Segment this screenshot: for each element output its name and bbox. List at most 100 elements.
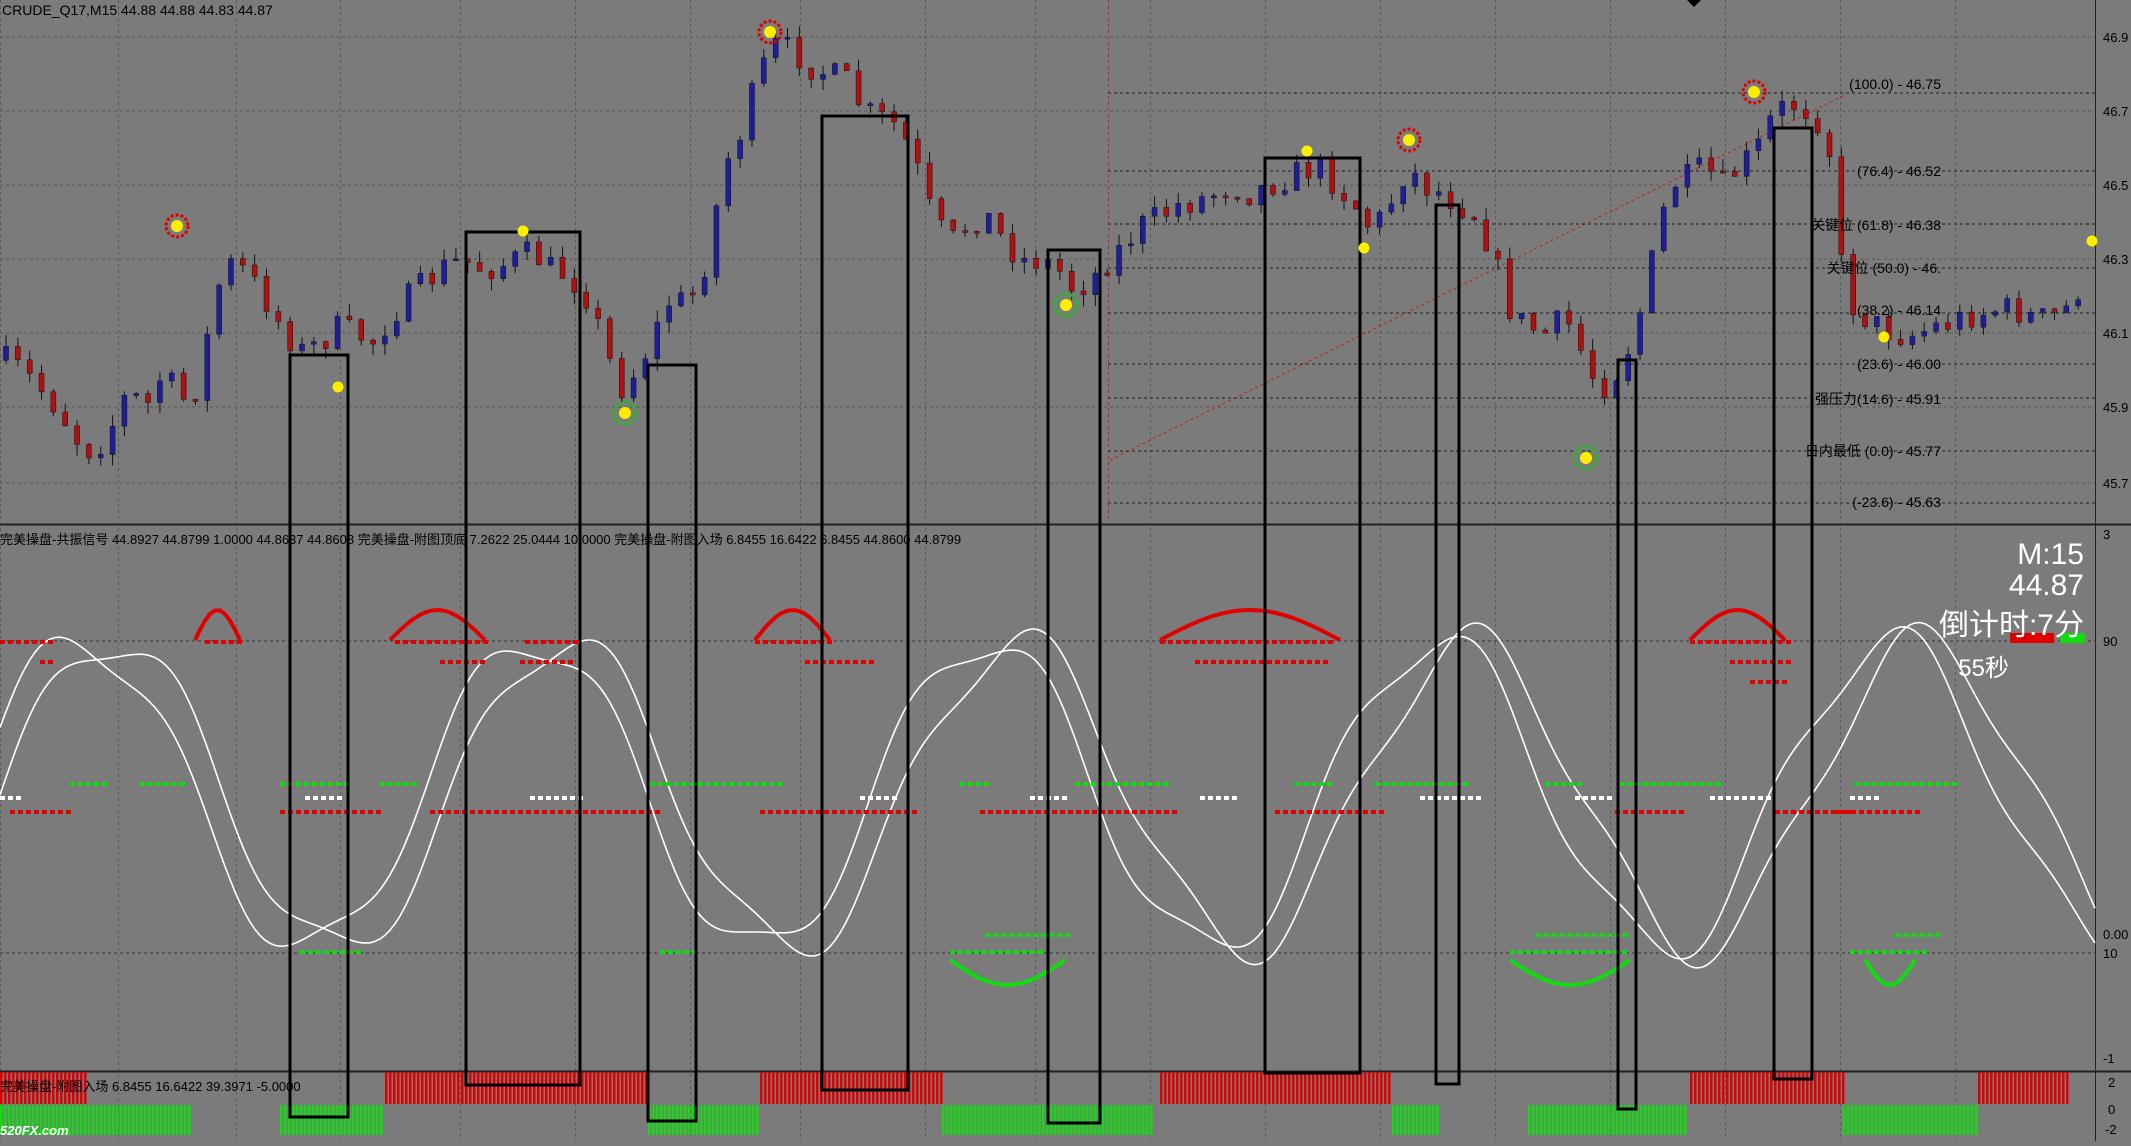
histogram-bar xyxy=(1010,1105,1013,1135)
signal-dot xyxy=(550,810,555,814)
signal-dot xyxy=(570,796,575,800)
histogram-bar xyxy=(994,1105,997,1135)
signal-dot xyxy=(388,782,393,786)
signal-dot xyxy=(1038,950,1043,954)
candle-body xyxy=(843,63,850,72)
histogram-bar xyxy=(832,1072,835,1104)
oscillator-axis-tick: -1 xyxy=(2103,1051,2115,1066)
signal-dot xyxy=(1895,782,1900,786)
signal-dot xyxy=(1463,782,1468,786)
chart-canvas[interactable] xyxy=(0,0,2131,1141)
histogram-bar xyxy=(1054,1105,1057,1135)
candle-body xyxy=(1767,115,1774,140)
signal-dot xyxy=(18,810,23,814)
histogram-bar xyxy=(537,1072,540,1104)
histogram-bar xyxy=(986,1105,989,1135)
histogram-bar xyxy=(160,1105,163,1135)
candle-body xyxy=(1957,311,1963,330)
signal-dot xyxy=(1823,810,1828,814)
histogram-bar xyxy=(1822,1072,1825,1104)
signal-dot xyxy=(1156,810,1161,814)
histogram-bar xyxy=(1871,1105,1874,1135)
candle-body xyxy=(1814,118,1821,134)
histogram-bar xyxy=(368,1105,371,1135)
signal-dot xyxy=(1295,782,1300,786)
histogram-bar xyxy=(1376,1072,1379,1104)
histogram-bar xyxy=(1400,1105,1403,1135)
histogram-bar xyxy=(617,1072,620,1104)
histogram-bar xyxy=(1532,1105,1535,1135)
histogram-bar xyxy=(1806,1072,1809,1104)
histogram-bar xyxy=(1168,1072,1171,1104)
signal-dot xyxy=(1858,950,1863,954)
signal-dot xyxy=(1428,796,1433,800)
candle-body xyxy=(1412,172,1418,187)
histogram-bar xyxy=(1600,1105,1603,1135)
trading-chart[interactable]: CRUDE_Q17,M15 44.88 44.88 44.83 44.87 完美… xyxy=(0,0,2131,1141)
histogram-bar xyxy=(389,1072,392,1104)
histogram-bar xyxy=(1978,1072,1981,1104)
histogram-bar xyxy=(1943,1105,1946,1135)
signal-dot xyxy=(1022,950,1027,954)
histogram-bar xyxy=(397,1072,400,1104)
histogram-bar xyxy=(148,1105,151,1135)
signal-dot xyxy=(337,796,342,800)
signal-dot xyxy=(1216,640,1221,644)
histogram-bar xyxy=(573,1072,576,1104)
signal-dot xyxy=(682,782,687,786)
signal-dot xyxy=(1850,796,1855,800)
fib-label-236: (23.6) - 46.00 xyxy=(1856,356,1941,372)
histogram-bar xyxy=(780,1072,783,1104)
histogram-bar xyxy=(1830,1072,1833,1104)
signal-dot xyxy=(1423,782,1428,786)
histogram-bar xyxy=(900,1072,903,1104)
signal-dot xyxy=(565,640,570,644)
signal-dot xyxy=(1320,640,1325,644)
signal-dot xyxy=(356,950,361,954)
signal-dot xyxy=(280,782,285,786)
histogram-bar xyxy=(1424,1105,1427,1135)
candle-body xyxy=(1116,244,1122,276)
signal-dot xyxy=(1526,950,1531,954)
histogram-bar xyxy=(1927,1105,1930,1135)
histogram-bar xyxy=(2046,1072,2049,1104)
candle-body xyxy=(1234,197,1241,200)
candle-body xyxy=(547,257,554,266)
bottom-signal-star-core xyxy=(1060,299,1072,311)
signal-dot xyxy=(1030,950,1035,954)
signal-dot xyxy=(1690,640,1695,644)
countdown-seconds-label: 55秒 xyxy=(1958,655,2009,682)
histogram-bar xyxy=(1396,1105,1399,1135)
histogram-bar xyxy=(613,1072,616,1104)
signal-dot xyxy=(94,782,99,786)
histogram-bar xyxy=(1838,1072,1841,1104)
candle-body xyxy=(832,63,838,75)
histogram-bar xyxy=(1552,1105,1555,1135)
signal-dot xyxy=(1577,782,1582,786)
histogram-bar xyxy=(364,1105,367,1135)
histogram-bar xyxy=(380,1105,383,1135)
signal-dot xyxy=(0,640,5,644)
candle-body xyxy=(1696,157,1702,165)
signal-dot xyxy=(530,796,535,800)
candle-body xyxy=(512,251,518,267)
signal-dot xyxy=(494,810,499,814)
signal-dot xyxy=(1259,660,1264,664)
price-axis-tick: 46.3 xyxy=(2103,252,2129,267)
histogram-bar xyxy=(1384,1072,1387,1104)
signal-dot xyxy=(78,782,83,786)
signal-dot xyxy=(1060,810,1065,814)
signal-dot xyxy=(808,810,813,814)
histogram-bar xyxy=(704,1105,707,1135)
histogram-bar xyxy=(1416,1105,1419,1135)
candle-body xyxy=(370,339,376,345)
signal-dot xyxy=(304,810,309,814)
candle-body xyxy=(346,315,353,320)
signal-dot xyxy=(1899,810,1904,814)
signal-dot xyxy=(376,810,381,814)
signal-dot xyxy=(395,640,400,644)
candle-body xyxy=(1495,250,1501,260)
signal-dot xyxy=(16,640,21,644)
histogram-bar xyxy=(120,1105,123,1135)
histogram-bar xyxy=(344,1105,347,1135)
